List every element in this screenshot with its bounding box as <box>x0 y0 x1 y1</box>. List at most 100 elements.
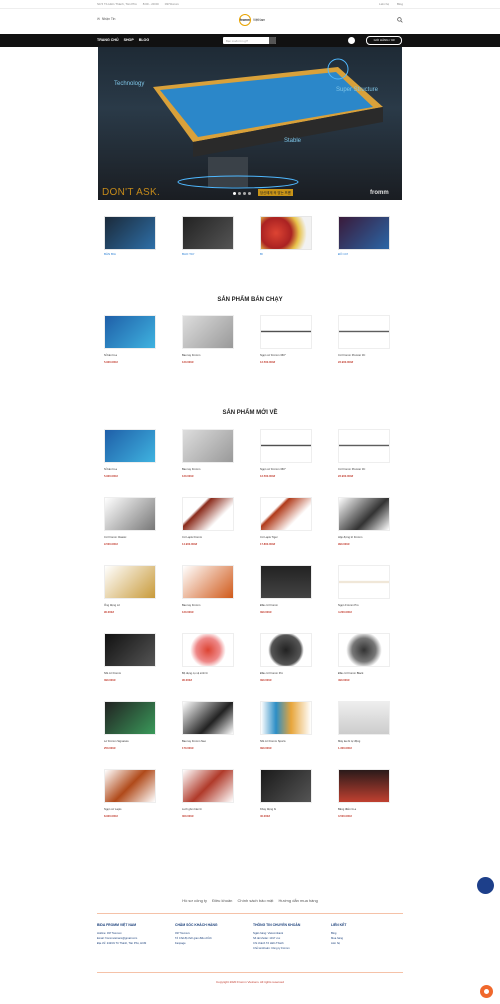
product-card[interactable]: Cơ Lapis Tiger 17.800.000đ <box>260 497 312 546</box>
product-image <box>104 769 156 803</box>
product-card[interactable]: Ngọn cơ Lapis 8.900.000đ <box>104 769 156 818</box>
product-price: 4.200.000đ <box>338 611 352 614</box>
product-card[interactable]: Ngọn Fromm Pro 4.200.000đ <box>338 565 390 614</box>
product-name[interactable]: Nối cơ Fromm Sports <box>260 740 312 743</box>
product-card[interactable]: Lưới gôm bàn bi 300.000đ <box>182 769 234 818</box>
product-name[interactable]: Nối cơ Fromm <box>104 672 156 675</box>
product-card[interactable]: Đầu cơ Fromm Pro 390.000đ <box>260 633 312 682</box>
hero-banner[interactable]: Technology Super Structure Stable DON'T … <box>98 47 402 200</box>
product-card[interactable]: Bao tay Fromm Neo 170.000đ <box>182 701 234 750</box>
category-card[interactable]: BI <box>260 216 312 256</box>
blog-link[interactable]: Blog <box>397 2 403 6</box>
product-name[interactable]: Ngọn cơ Fromm 360° <box>260 354 312 357</box>
product-card[interactable]: Cơ Fromm Premier 3C 22.900.000đ <box>338 315 390 364</box>
product-name[interactable]: Đầu cơ Fromm <box>260 604 312 607</box>
nav-blog[interactable]: BLOG <box>139 38 149 42</box>
product-name[interactable]: Ống đựng cơ <box>104 604 156 607</box>
category-card[interactable]: BÀN BIA <box>104 216 156 256</box>
product-name[interactable]: Ngọn cơ Fromm 360° <box>260 468 312 471</box>
product-card[interactable]: Đầu cơ Fromm Black 490.000đ <box>338 633 390 682</box>
product-name[interactable]: Ngọn Fromm Pro <box>338 604 390 607</box>
best-sellers-title: SẢN PHẨM BÁN CHẠY <box>217 297 283 303</box>
nav-home[interactable]: TRANG CHỦ <box>97 38 119 42</box>
hero-korean: 당신에게 꼭 맞는 프롬 <box>258 189 293 196</box>
product-image <box>338 633 390 667</box>
footer-link[interactable]: Chính sách bảo mật <box>238 898 274 903</box>
product-image <box>338 701 390 735</box>
product-card[interactable]: Khay đựng bi 40.000đ <box>260 769 312 818</box>
product-price: 5.900.000đ <box>104 361 118 364</box>
product-card[interactable]: Nỉ bàn bi-a 5.900.000đ <box>104 315 156 364</box>
cart-button[interactable]: GIỎ HÀNG / 0đ <box>366 36 402 45</box>
product-name[interactable]: Bộ dụng cụ vệ sinh bi <box>182 672 234 675</box>
product-image <box>338 497 390 531</box>
account-icon[interactable] <box>348 37 355 44</box>
product-card[interactable]: Bao tay Fromm 120.000đ <box>182 565 234 614</box>
category-image <box>260 216 312 250</box>
category-card[interactable]: ĐỒ CƠ <box>338 216 390 256</box>
product-name[interactable]: Lưới gôm bàn bi <box>182 808 234 811</box>
product-name[interactable]: Nỉ bàn bi-a <box>104 354 156 357</box>
product-card[interactable]: Cơ Fromm Premier 3C 22.900.000đ <box>338 429 390 478</box>
footer-link[interactable]: Hồ sơ công ty <box>182 898 207 903</box>
product-card[interactable]: Bộ dụng cụ vệ sinh bi 90.000đ <box>182 633 234 682</box>
logo[interactable]: fromm ViệtNam <box>239 14 265 26</box>
search-icon[interactable] <box>397 17 403 23</box>
product-name[interactable]: Bao tay Fromm <box>182 468 234 471</box>
product-card[interactable]: Cơ Fromm Classic 9.500.000đ <box>104 497 156 546</box>
product-card[interactable]: Cơ Lapis Fromm 14.900.000đ <box>182 497 234 546</box>
product-card[interactable]: Bao tay Fromm 120.000đ <box>182 315 234 364</box>
footer-link[interactable]: Hướng dẫn mua hàng <box>278 898 317 903</box>
product-card[interactable]: Bao tay Fromm 120.000đ <box>182 429 234 478</box>
slider-dots[interactable] <box>233 192 251 195</box>
search-button[interactable] <box>269 37 276 44</box>
address-text: Số 5 Tô Hiến Thành, Tân Phú <box>97 2 137 6</box>
product-name[interactable]: Nỉ bàn bi-a <box>104 468 156 471</box>
newsletter-link[interactable]: ✉ Nhận Tin <box>97 17 115 21</box>
product-name[interactable]: Cơ Fromm Premier 3C <box>338 354 390 357</box>
product-name[interactable]: Cơ Lapis Tiger <box>260 536 312 539</box>
product-image <box>182 429 234 463</box>
product-name[interactable]: Khay đựng bi <box>260 808 312 811</box>
product-card[interactable]: Bảng điểm bi-a 3.500.000đ <box>338 769 390 818</box>
product-name[interactable]: Bao tay Fromm <box>182 604 234 607</box>
product-name[interactable]: Hộp đựng lơ Fromm <box>338 536 390 539</box>
contact-link[interactable]: Liên hệ <box>379 2 389 6</box>
product-name[interactable]: Ngọn cơ Lapis <box>104 808 156 811</box>
category-image <box>104 216 156 250</box>
slider-dot[interactable] <box>243 192 246 195</box>
product-card[interactable]: Hộp đựng lơ Fromm 990.000đ <box>338 497 390 546</box>
product-name[interactable]: Cơ Fromm Classic <box>104 536 156 539</box>
product-name[interactable]: Đầu cơ Fromm Pro <box>260 672 312 675</box>
product-image <box>104 497 156 531</box>
product-card[interactable]: Lơ Fromm Signature 250.000đ <box>104 701 156 750</box>
slider-dot[interactable] <box>238 192 241 195</box>
product-name[interactable]: Bao tay Fromm <box>182 354 234 357</box>
product-name[interactable]: Bảng điểm bi-a <box>338 808 390 811</box>
footer-link[interactable]: Điều khoản <box>212 898 232 903</box>
product-card[interactable]: Nối cơ Fromm Sports 390.000đ <box>260 701 312 750</box>
product-name[interactable]: Cơ Fromm Premier 3C <box>338 468 390 471</box>
product-name[interactable]: Máy lau bi tự động <box>338 740 390 743</box>
product-card[interactable]: Đầu cơ Fromm 390.000đ <box>260 565 312 614</box>
search-input[interactable]: Bạn muốn tìm gì? <box>223 37 276 44</box>
chat-widget-icon[interactable] <box>480 985 493 998</box>
product-name[interactable]: Bao tay Fromm Neo <box>182 740 234 743</box>
logo-sub: ViệtNam <box>253 18 266 22</box>
nav-shop[interactable]: SHOP <box>124 38 134 42</box>
product-card[interactable]: Nỉ bàn bi-a 5.900.000đ <box>104 429 156 478</box>
chat-messenger-icon[interactable] <box>477 877 494 894</box>
product-card[interactable]: Ống đựng cơ 90.000đ <box>104 565 156 614</box>
product-card[interactable]: Ngọn cơ Fromm 360° 12.500.000đ <box>260 315 312 364</box>
product-price: 8.900.000đ <box>104 815 118 818</box>
product-card[interactable]: Máy lau bi tự động 1.300.000đ <box>338 701 390 750</box>
slider-dot[interactable] <box>248 192 251 195</box>
product-image <box>182 633 234 667</box>
product-name[interactable]: Đầu cơ Fromm Black <box>338 672 390 675</box>
product-name[interactable]: Lơ Fromm Signature <box>104 740 156 743</box>
product-card[interactable]: Ngọn cơ Fromm 360° 12.500.000đ <box>260 429 312 478</box>
product-name[interactable]: Cơ Lapis Fromm <box>182 536 234 539</box>
product-card[interactable]: Nối cơ Fromm 390.000đ <box>104 633 156 682</box>
category-card[interactable]: BAO TAY <box>182 216 234 256</box>
slider-dot[interactable] <box>233 192 236 195</box>
